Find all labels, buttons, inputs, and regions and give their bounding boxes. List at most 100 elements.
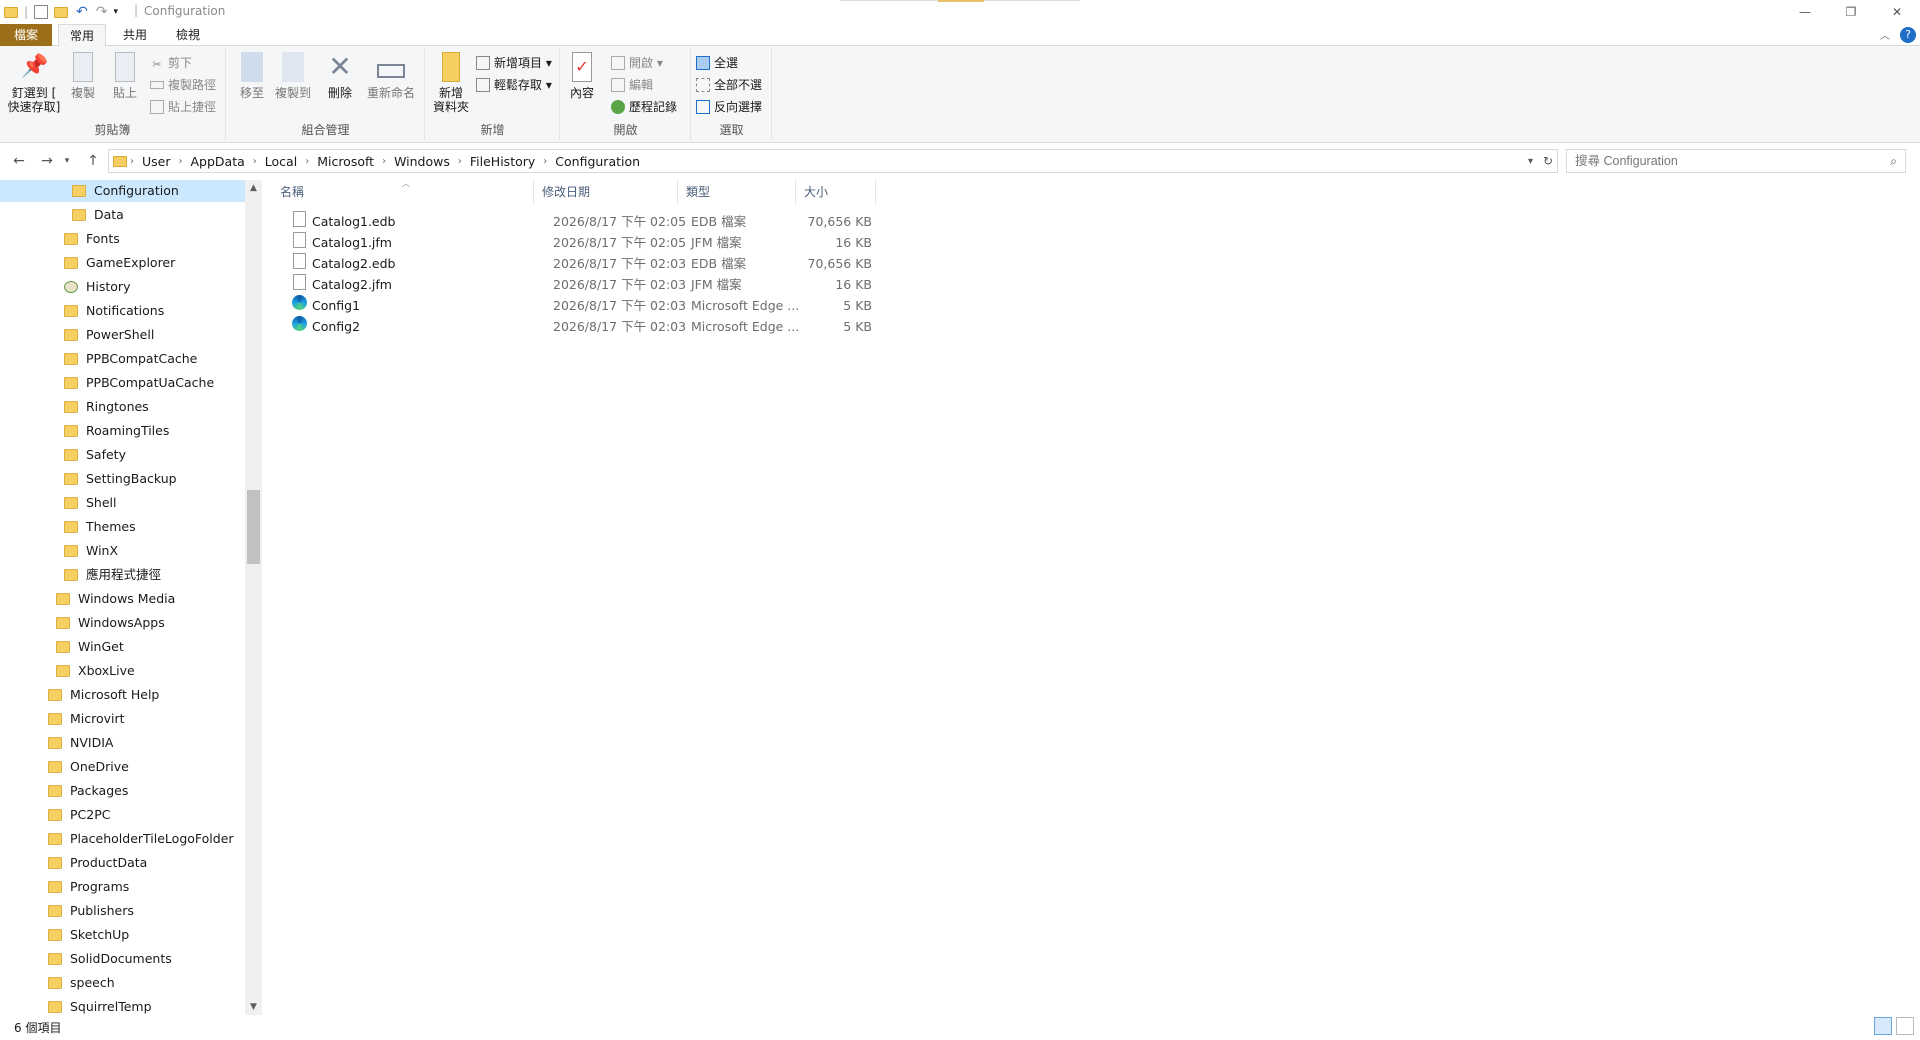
column-header-size[interactable]: 大小 <box>796 180 876 204</box>
nav-item[interactable]: Configuration <box>0 180 245 202</box>
column-header-name[interactable]: 名稱 ︿ <box>272 179 534 204</box>
tab-view[interactable]: 檢視 <box>164 24 212 46</box>
refresh-icon[interactable]: ↻ <box>1543 154 1553 168</box>
properties-icon[interactable] <box>34 5 49 19</box>
nav-item[interactable]: SquirrelTemp <box>48 996 152 1015</box>
file-row[interactable]: Catalog2.edb 2026/8/17 下午 02:03 EDB 檔案 70,6… <box>282 253 1152 274</box>
nav-item[interactable]: Themes <box>64 516 136 538</box>
nav-scrollbar-thumb[interactable] <box>247 490 260 564</box>
copy-path-button[interactable]: 複製路徑 <box>150 76 216 94</box>
nav-item[interactable]: NVIDIA <box>48 732 113 754</box>
nav-item[interactable]: XboxLive <box>56 660 135 682</box>
nav-item[interactable]: Safety <box>64 444 126 466</box>
help-icon[interactable]: ? <box>1900 27 1916 43</box>
easy-access-button[interactable]: 輕鬆存取 ▾ <box>476 76 552 94</box>
nav-item[interactable]: Microvirt <box>48 708 125 730</box>
tab-home[interactable]: 常用 <box>58 24 106 47</box>
move-to-button[interactable]: 移至 <box>237 52 267 100</box>
nav-item[interactable]: Notifications <box>64 300 164 322</box>
select-all-button[interactable]: 全選 <box>696 54 738 72</box>
collapse-ribbon-icon[interactable]: ︿ <box>1880 27 1890 42</box>
cut-button[interactable]: ✂ 剪下 <box>150 54 192 72</box>
edit-button[interactable]: 編輯 <box>611 76 653 94</box>
new-folder-icon[interactable] <box>54 6 69 18</box>
nav-item[interactable]: SolidDocuments <box>48 948 172 970</box>
column-header-type[interactable]: 類型 <box>678 180 796 204</box>
file-row[interactable]: Catalog1.edb 2026/8/17 下午 02:05 EDB 檔案 70,6… <box>282 211 1152 232</box>
nav-item[interactable]: OneDrive <box>48 756 129 778</box>
nav-item[interactable]: Data <box>72 204 124 226</box>
pin-quick-access-button[interactable]: 📌 釘選到 [ 快速存取] <box>6 52 62 114</box>
scroll-up-icon[interactable]: ▲ <box>245 180 262 196</box>
details-view-icon[interactable] <box>1874 1017 1892 1035</box>
scroll-down-icon[interactable]: ▼ <box>245 999 262 1015</box>
nav-item[interactable]: Ringtones <box>64 396 149 418</box>
maximize-button[interactable]: ❐ <box>1828 0 1874 24</box>
close-button[interactable]: ✕ <box>1874 0 1920 24</box>
back-button[interactable]: ← <box>8 151 30 171</box>
customize-qa-icon[interactable]: ▾ <box>114 7 119 17</box>
recent-locations-button[interactable]: ▾ <box>60 151 74 171</box>
open-button[interactable]: 開啟 ▾ <box>611 54 663 72</box>
nav-item[interactable]: 應用程式捷徑 <box>64 564 161 586</box>
nav-item[interactable]: Shell <box>64 492 117 514</box>
breadcrumb-appdata[interactable]: AppData <box>186 154 250 169</box>
nav-item[interactable]: PlaceholderTileLogoFolder <box>48 828 234 850</box>
paste-button[interactable]: 貼上 <box>110 52 140 100</box>
breadcrumb-filehistory[interactable]: FileHistory <box>465 154 540 169</box>
nav-item[interactable]: PPBCompatCache <box>64 348 197 370</box>
new-folder-button[interactable]: 新增 資料夾 <box>430 52 472 114</box>
breadcrumb-windows[interactable]: Windows <box>389 154 455 169</box>
redo-icon[interactable]: ↷ <box>96 4 108 20</box>
breadcrumb-local[interactable]: Local <box>260 154 302 169</box>
nav-item[interactable]: SettingBackup <box>64 468 177 490</box>
history-button[interactable]: 歷程記錄 <box>611 98 677 116</box>
properties-button[interactable]: ✓ 內容 <box>567 52 597 100</box>
delete-button[interactable]: ✕ 刪除 <box>325 52 355 101</box>
up-button[interactable]: ↑ <box>82 151 104 171</box>
new-item-button[interactable]: 新增項目 ▾ <box>476 54 552 72</box>
minimize-button[interactable]: — <box>1782 0 1828 24</box>
nav-item[interactable]: History <box>64 276 130 298</box>
nav-item[interactable]: GameExplorer <box>64 252 175 274</box>
breadcrumb-user[interactable]: User <box>137 154 176 169</box>
search-input[interactable] <box>1575 154 1875 168</box>
column-header-date[interactable]: 修改日期 <box>534 180 678 204</box>
address-dropdown-icon[interactable]: ▾ <box>1528 156 1533 167</box>
forward-button[interactable]: → <box>36 151 58 171</box>
file-row[interactable]: Catalog1.jfm 2026/8/17 下午 02:05 JFM 檔案 16 K… <box>282 232 1152 253</box>
nav-scrollbar[interactable]: ▲ ▼ <box>245 180 262 1015</box>
nav-item[interactable]: PPBCompatUaCache <box>64 372 214 394</box>
file-row[interactable]: Catalog2.jfm 2026/8/17 下午 02:03 JFM 檔案 16 K… <box>282 274 1152 295</box>
nav-item[interactable]: WinX <box>64 540 118 562</box>
nav-item[interactable]: speech <box>48 972 115 994</box>
nav-item[interactable]: Programs <box>48 876 129 898</box>
breadcrumb-configuration[interactable]: Configuration <box>550 154 645 169</box>
tab-share[interactable]: 共用 <box>112 24 158 46</box>
undo-icon[interactable]: ↶ <box>76 4 88 20</box>
breadcrumb-microsoft[interactable]: Microsoft <box>312 154 379 169</box>
nav-item[interactable]: WindowsApps <box>56 612 165 634</box>
paste-shortcut-button[interactable]: 貼上捷徑 <box>150 98 216 116</box>
copy-button[interactable]: 複製 <box>68 52 98 100</box>
nav-item[interactable]: WinGet <box>56 636 124 658</box>
large-icons-view-icon[interactable] <box>1896 1017 1914 1035</box>
nav-item[interactable]: PC2PC <box>48 804 111 826</box>
copy-to-button[interactable]: 複製到 <box>273 52 313 100</box>
nav-item[interactable]: Packages <box>48 780 128 802</box>
nav-item[interactable]: PowerShell <box>64 324 154 346</box>
nav-item[interactable]: ProductData <box>48 852 147 874</box>
file-row[interactable]: Config1 2026/8/17 下午 02:03 Microsoft Edge … <box>282 295 1152 316</box>
search-icon[interactable]: ⌕ <box>1890 154 1897 169</box>
nav-item[interactable]: Windows Media <box>56 588 175 610</box>
nav-item[interactable]: Fonts <box>64 228 120 250</box>
select-none-button[interactable]: 全部不選 <box>696 76 762 94</box>
nav-item[interactable]: RoamingTiles <box>64 420 169 442</box>
invert-selection-button[interactable]: 反向選擇 <box>696 98 762 116</box>
rename-button[interactable]: 重新命名 <box>365 52 417 100</box>
nav-item[interactable]: SketchUp <box>48 924 129 946</box>
file-row[interactable]: Config2 2026/8/17 下午 02:03 Microsoft Edge … <box>282 316 1152 337</box>
address-bar[interactable]: › User › AppData › Local › Microsoft › W… <box>108 149 1558 173</box>
nav-item[interactable]: Publishers <box>48 900 134 922</box>
tab-file[interactable]: 檔案 <box>0 24 52 46</box>
